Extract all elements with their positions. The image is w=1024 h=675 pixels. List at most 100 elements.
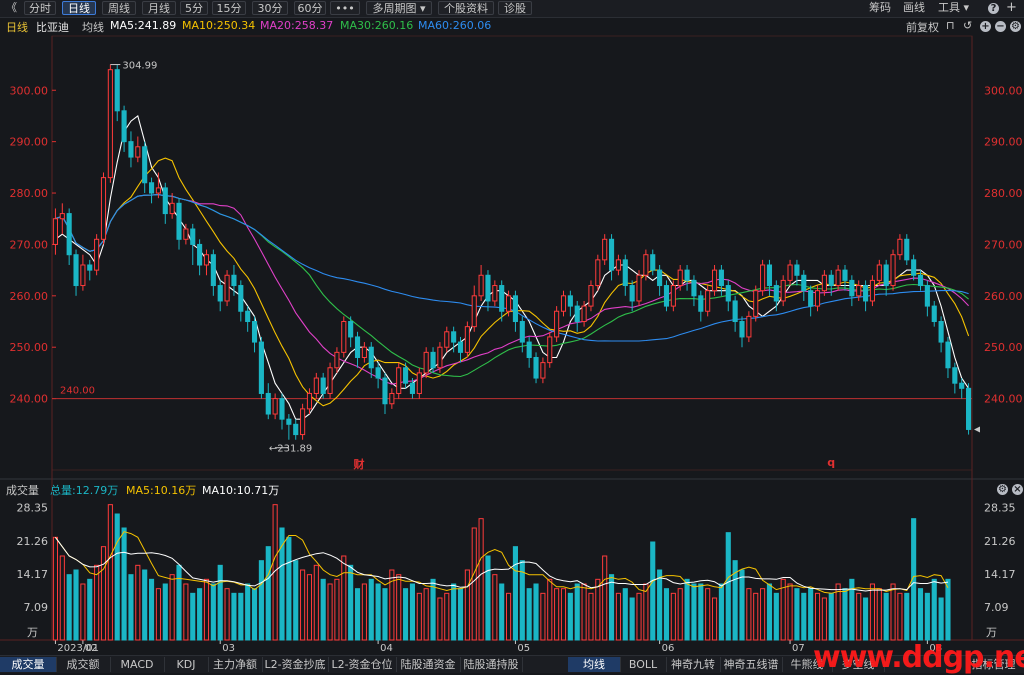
candle-body (327, 367, 333, 394)
settings-icon[interactable]: ⚙ (1010, 21, 1021, 32)
indicator-tab-4[interactable]: 主力净额 (208, 657, 263, 672)
indicator-tab-3[interactable]: KDJ (164, 657, 209, 672)
volume-bar (327, 583, 333, 641)
indicator-tab-6[interactable]: L2-资金仓位 (328, 657, 397, 672)
lock-icon[interactable]: ⊓ (946, 19, 955, 32)
volume-bar (931, 578, 937, 641)
volume-bar (705, 588, 711, 641)
overlay-tab-1[interactable]: BOLL (620, 657, 667, 672)
diagnose-button[interactable]: 诊股 (498, 1, 532, 15)
candle-body (478, 274, 484, 297)
candle-body (279, 398, 285, 420)
volume-bar (842, 588, 848, 641)
draw-line-button[interactable]: 画线 (903, 1, 925, 15)
low-price-label: ←231.89 (269, 444, 312, 455)
overlay-tab-0[interactable]: 均线 (568, 657, 621, 672)
indicator-tab-0[interactable]: 成交量 (0, 657, 57, 672)
candle-body (121, 110, 127, 143)
reset-icon[interactable]: ↺ (963, 19, 972, 32)
volume-bar (348, 564, 354, 641)
help-icon[interactable]: ? (988, 3, 999, 14)
candle-body (506, 295, 512, 312)
indicator-tab-2[interactable]: MACD (110, 657, 165, 672)
indicator-tab-5[interactable]: L2-资金抄底 (262, 657, 329, 672)
indicator-tab-1[interactable]: 成交额 (56, 657, 111, 672)
more-button[interactable]: ••• (330, 1, 360, 15)
candle-body (849, 279, 855, 297)
volume-info-bar: 成交量 总量:12.79万 MA5:10.16万 MA10:10.71万 ⚙ × (0, 481, 1024, 497)
x-tick-label: 04 (380, 643, 393, 654)
volume-bar (835, 583, 841, 641)
add-icon[interactable]: + (1006, 1, 1017, 15)
candle-body (176, 202, 182, 240)
stock-info-button[interactable]: 个股资料 (438, 1, 494, 15)
volume-settings-icon[interactable]: ⚙ (997, 484, 1008, 495)
volume-bar (677, 588, 683, 641)
candle-body (540, 362, 546, 379)
candle-body (258, 341, 264, 394)
candle-body (231, 274, 237, 287)
zoom-in-icon[interactable]: + (980, 21, 991, 32)
period-tab-3[interactable]: 月线 (142, 1, 176, 15)
period-tab-2[interactable]: 周线 (102, 1, 136, 15)
period-tab-1[interactable]: 日线 (62, 1, 96, 15)
volume-bar (478, 518, 484, 641)
kline-chart[interactable]: 300.00 300.00 290.00 290.00 280.00 280.00 270.… (0, 0, 1024, 672)
candle-body (883, 264, 889, 287)
volume-bar (526, 588, 532, 641)
volume-bar (911, 518, 917, 641)
period-tab-0[interactable]: 分时 (24, 1, 56, 15)
candle-body (760, 264, 766, 292)
candle-body (272, 398, 278, 415)
tools-dropdown[interactable]: 工具 ▾ (938, 1, 969, 15)
candle-body (512, 295, 518, 323)
period-tab-6[interactable]: 30分 (252, 1, 288, 15)
chips-button[interactable]: 筹码 (869, 1, 891, 15)
volume-bar (636, 592, 642, 641)
indicator-tab-7[interactable]: 陆股通资金 (396, 657, 461, 672)
indicator-tab-8[interactable]: 陆股通持股 (460, 657, 523, 672)
volume-bar (279, 527, 285, 641)
overlay-tab-3[interactable]: 神奇五线谱 (720, 657, 783, 672)
x-tick-label: 2023/01 (57, 643, 99, 654)
candle-body (691, 279, 697, 297)
overlay-tab-2[interactable]: 神奇九转 (666, 657, 721, 672)
multi-period-dropdown[interactable]: 多周期图 ▾ (366, 1, 432, 15)
ma20-line (55, 194, 969, 385)
ma-label[interactable]: 均线 (82, 19, 104, 35)
volume-bar (492, 574, 498, 641)
period-tab-4[interactable]: 5分 (180, 1, 208, 15)
adjust-dropdown[interactable]: 前复权 (906, 19, 939, 35)
volume-bar (904, 592, 910, 641)
volume-bar (629, 597, 635, 641)
candle-body (856, 285, 862, 297)
candle-body (245, 310, 251, 323)
volume-label[interactable]: 成交量 (6, 482, 39, 498)
back-button[interactable]: 《 (6, 1, 17, 15)
volume-bar (567, 592, 573, 641)
candle-body (904, 238, 910, 261)
ma5-value: MA5:241.89 (110, 19, 177, 32)
candle-body (471, 295, 477, 328)
candle-body (801, 274, 807, 292)
candle-body (876, 264, 882, 281)
volume-close-icon[interactable]: × (1012, 484, 1023, 495)
volume-bar (66, 574, 72, 641)
volume-ma10-line (54, 537, 949, 592)
candle-body (952, 367, 958, 384)
volume-tick-label-left: 14.17 (17, 568, 49, 581)
volume-bar (100, 546, 107, 641)
volume-bar (334, 578, 340, 641)
volume-bar (856, 592, 862, 641)
candle-body (224, 274, 230, 302)
candle-body (917, 274, 924, 287)
volume-bar (135, 564, 141, 641)
period-tab-5[interactable]: 15分 (212, 1, 246, 15)
volume-bar (499, 583, 505, 641)
zoom-out-icon[interactable]: − (995, 21, 1006, 32)
volume-bar (760, 588, 766, 641)
volume-bar (286, 536, 292, 641)
volume-bar (863, 597, 869, 641)
period-tab-7[interactable]: 60分 (294, 1, 326, 15)
volume-bar (300, 569, 306, 641)
